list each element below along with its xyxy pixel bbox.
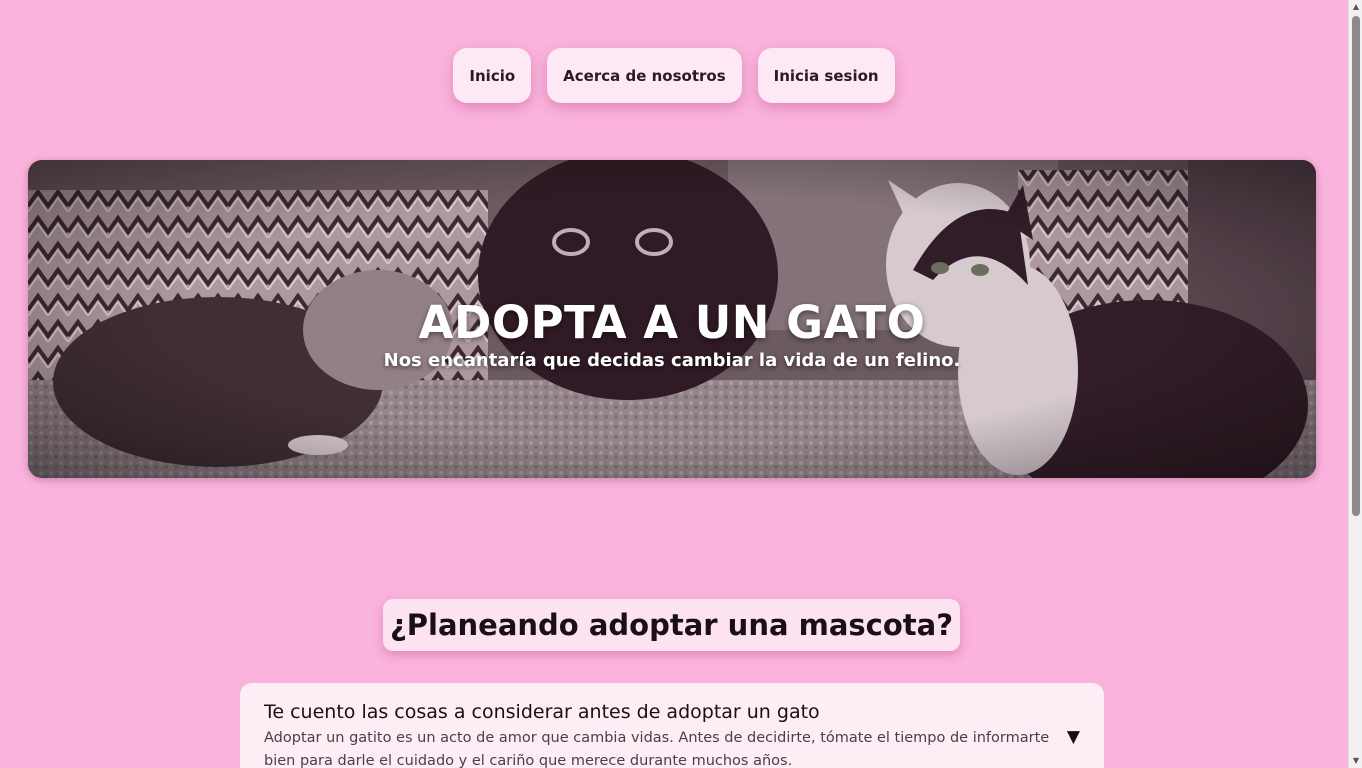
info-card[interactable]: Te cuento las cosas a considerar antes d… [240, 683, 1104, 768]
page: Inicio Acerca de nosotros Inicia sesion [0, 0, 1348, 768]
card-body: Adoptar un gatito es un acto de amor que… [264, 730, 1050, 768]
scroll-down-icon[interactable]: ▼ [1349, 754, 1362, 768]
hero-title: ADOPTA A UN GATO [418, 296, 926, 349]
page-scrollbar[interactable]: ▲ ▼ [1348, 0, 1362, 768]
hero-subtitle: Nos encantaría que decidas cambiar la vi… [383, 350, 961, 371]
nav-inicio-button[interactable]: Inicio [453, 48, 532, 103]
top-nav: Inicio Acerca de nosotros Inicia sesion [0, 48, 1348, 103]
card-title: Te cuento las cosas a considerar antes d… [264, 701, 820, 723]
section-heading: ¿Planeando adoptar una mascota? [383, 599, 960, 651]
hero-text: ADOPTA A UN GATO Nos encantaría que deci… [28, 160, 1316, 478]
scrollbar-thumb[interactable] [1352, 16, 1360, 516]
nav-acerca-button[interactable]: Acerca de nosotros [547, 48, 742, 103]
scroll-up-icon[interactable]: ▲ [1349, 0, 1362, 14]
hero-banner: ADOPTA A UN GATO Nos encantaría que deci… [28, 160, 1316, 478]
nav-login-button[interactable]: Inicia sesion [757, 48, 895, 103]
expand-arrow-icon[interactable]: ▼ [1067, 727, 1080, 747]
